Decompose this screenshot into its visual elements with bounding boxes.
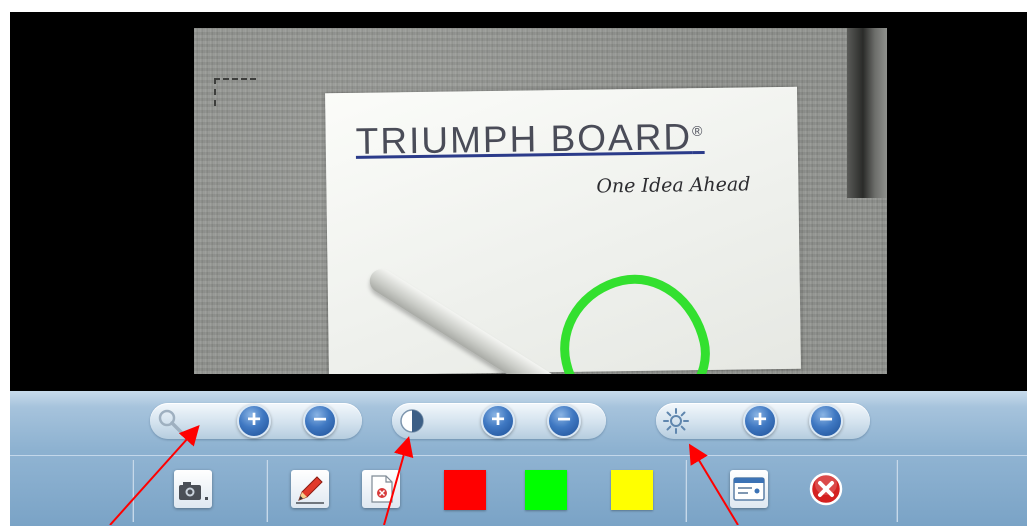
contrast-increase-button[interactable]: + [481, 404, 515, 438]
sun-icon [663, 408, 689, 434]
adjustment-row: + − + − + − [10, 391, 1027, 455]
green-pen-swatch[interactable] [525, 470, 567, 510]
control-toolbar: + − + − + − [10, 391, 1027, 526]
erase-button[interactable] [362, 470, 400, 508]
camera-viewer: TRIUMPH BOARD® One Idea Ahead [10, 12, 1027, 391]
contrast-decrease-button[interactable]: − [547, 404, 581, 438]
toolbar-divider [685, 460, 687, 522]
close-button[interactable] [807, 470, 845, 508]
red-pen-swatch[interactable] [444, 470, 486, 510]
contrast-icon [400, 409, 424, 433]
toolbar-divider [266, 460, 268, 522]
close-icon [809, 472, 843, 506]
yellow-pen-swatch[interactable] [611, 470, 653, 510]
capture-snapshot-button[interactable] [174, 470, 212, 508]
draw-button[interactable] [291, 470, 329, 508]
toolbar-divider [132, 460, 134, 522]
contrast-control-group: + − [392, 403, 606, 439]
paper-sheet: TRIUMPH BOARD® One Idea Ahead [325, 86, 801, 374]
brightness-increase-button[interactable]: + [743, 404, 777, 438]
eraser-icon [371, 475, 393, 503]
brand-tagline: One Idea Ahead [596, 173, 751, 198]
brand-logo-text: TRIUMPH BOARD® [355, 116, 705, 162]
pencil-icon [296, 476, 324, 504]
picture-frame-edge [847, 28, 887, 198]
action-row [10, 455, 1027, 526]
wall-marking [214, 78, 256, 106]
window-mode-button[interactable] [730, 470, 768, 508]
zoom-out-button[interactable]: − [303, 404, 337, 438]
brightness-decrease-button[interactable]: − [809, 404, 843, 438]
camera-feed: TRIUMPH BOARD® One Idea Ahead [194, 28, 887, 374]
brightness-control-group: + − [656, 403, 870, 439]
magnifier-icon [158, 409, 183, 434]
green-annotation-circle [545, 260, 724, 374]
toolbar-divider [896, 460, 898, 522]
camera-icon [179, 482, 208, 500]
zoom-in-button[interactable]: + [237, 404, 271, 438]
zoom-control-group: + − [150, 403, 362, 439]
window-icon [733, 477, 765, 501]
